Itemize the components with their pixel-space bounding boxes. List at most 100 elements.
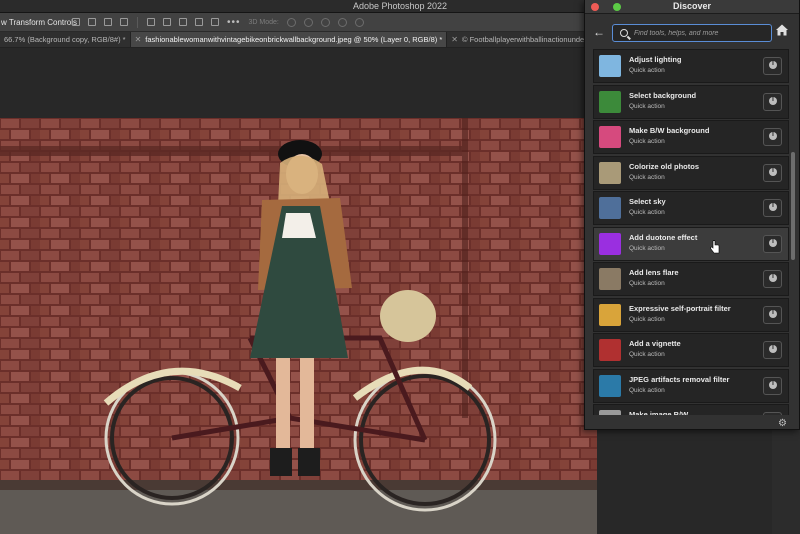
quick-action-thumbnail [599,303,621,326]
3d-slide-icon[interactable] [337,17,347,27]
quick-action-item[interactable]: Make image B/W [593,404,789,415]
quick-action-item[interactable]: Expressive self-portrait filter Quick act… [593,297,789,332]
quick-action-title: Add duotone effect [629,232,698,242]
quick-action-subtitle: Quick action [629,315,665,323]
info-icon [769,273,777,282]
align-left-icon[interactable] [120,18,128,26]
info-button[interactable] [763,92,782,111]
tab-document-2[interactable]: ✕ fashionablewomanwithvintagebikeonbrick… [130,32,448,47]
quick-action-thumbnail [599,268,621,290]
quick-action-item[interactable]: Select background Quick action [593,84,789,119]
quick-action-subtitle: Quick action [629,280,665,287]
info-icon [769,309,777,318]
discover-search-input[interactable] [634,26,769,40]
quick-action-title: Colorize old photos [629,161,699,171]
discover-scrollbar[interactable] [791,152,795,260]
distribute-top-icon[interactable] [147,18,155,26]
quick-action-subtitle: Quick action [629,138,665,145]
quick-action-title: JPEG artifacts removal filter [629,374,730,384]
info-icon [769,238,777,247]
3d-roll-icon[interactable] [303,17,313,27]
close-icon[interactable]: ✕ [135,35,142,44]
close-icon[interactable]: ✕ [451,35,458,44]
quick-action-item[interactable]: Make B/W background Quick action [593,120,789,154]
info-button[interactable] [763,57,782,75]
quick-action-title: Select sky [629,197,666,206]
quick-action-thumbnail [599,90,621,113]
align-bottom-icon[interactable] [104,18,112,26]
show-transform-controls-label[interactable]: w Transform Controls [0,18,77,27]
quick-action-thumbnail [599,197,621,219]
info-icon [769,60,777,69]
info-button[interactable] [763,199,782,217]
quick-action-thumbnail [599,55,621,77]
divider [137,16,138,28]
3d-mode-label: 3D Mode: [248,18,279,26]
quick-action-subtitle: Quick action [629,244,665,252]
search-icon [620,29,628,37]
discover-panel: Discover ← Adjust lightingQuick actionSe… [584,0,800,430]
3d-orbit-icon[interactable] [286,17,296,27]
discover-search-box[interactable] [612,24,772,42]
tab-label: 66.7% (Background copy, RGB/8#) * [4,35,126,44]
quick-action-subtitle: Quick action [629,386,665,394]
more-options-icon[interactable]: ••• [227,17,241,28]
3d-drag-icon[interactable] [320,17,330,27]
quick-action-title: Make B/W background [629,126,710,135]
quick-action-item[interactable]: Add duotone effect Quick action [593,226,789,261]
info-button[interactable] [763,341,782,359]
document-image[interactable] [0,118,597,534]
discover-title: Discover [672,1,712,11]
info-button[interactable] [763,376,782,395]
quick-action-thumbnail [599,161,621,184]
quick-action-title: Expressive self-portrait filter [629,303,731,313]
info-button[interactable] [763,270,782,288]
app-title: Adobe Photoshop 2022 [352,1,448,11]
quick-action-title: Add lens flare [629,268,679,277]
quick-action-item[interactable]: Colorize old photos Quick action [593,155,789,190]
quick-actions-list: Adjust lightingQuick actionSelect backgr… [593,49,789,415]
distribute-right-icon[interactable] [211,18,219,26]
hand-cursor-icon [710,240,720,254]
tab-label: fashionablewomanwithvintagebikeonbrickwa… [145,35,443,44]
distribute-center-icon[interactable] [163,18,171,26]
quick-action-item[interactable]: JPEG artifacts removal filter Quick actio… [593,368,789,403]
back-arrow-icon[interactable]: ← [593,25,605,39]
quick-action-subtitle: Quick action [629,351,665,358]
quick-action-title: Adjust lighting [629,55,682,64]
quick-action-title: Select background [629,90,697,100]
distribute-left-icon[interactable] [195,18,203,26]
info-icon [769,202,777,211]
gear-icon[interactable]: ⚙ [778,418,790,430]
quick-action-thumbnail [599,232,621,255]
align-top-icon[interactable] [72,18,80,26]
quick-action-item[interactable]: Add lens flare Quick action [593,262,789,296]
woman-with-bike-photo [0,118,597,534]
quick-action-thumbnail [599,410,621,415]
quick-action-title: Make image B/W [629,410,689,415]
tab-document-3[interactable]: ✕ © Footballplayerwithballinactionunderr… [447,32,605,47]
discover-search-row: ← [585,14,799,52]
info-button[interactable] [763,163,782,182]
quick-action-item[interactable]: Add a vignette Quick action [593,333,789,367]
quick-action-title: Add a vignette [629,339,681,348]
distribute-bottom-icon[interactable] [179,18,187,26]
quick-action-subtitle: Quick action [629,102,665,110]
align-vertical-center-icon[interactable] [88,18,96,26]
info-button[interactable] [763,128,782,146]
quick-action-subtitle: Quick action [629,173,665,181]
discover-titlebar: Discover [585,0,799,14]
quick-action-item[interactable]: Select sky Quick action [593,191,789,225]
info-icon [769,380,777,389]
info-button[interactable] [763,305,782,324]
home-icon[interactable] [775,23,789,37]
quick-action-item[interactable]: Adjust lighting Quick action [593,49,789,83]
info-icon [769,96,777,105]
quick-action-subtitle: Quick action [629,67,665,74]
tab-document-1[interactable]: 66.7% (Background copy, RGB/8#) * [0,32,131,47]
info-button[interactable] [763,234,782,253]
info-button[interactable] [763,412,782,415]
tab-label: © Footballplayerwithballinactionunderrai… [461,35,600,44]
3d-scale-icon[interactable] [354,17,364,27]
quick-action-thumbnail [599,374,621,397]
